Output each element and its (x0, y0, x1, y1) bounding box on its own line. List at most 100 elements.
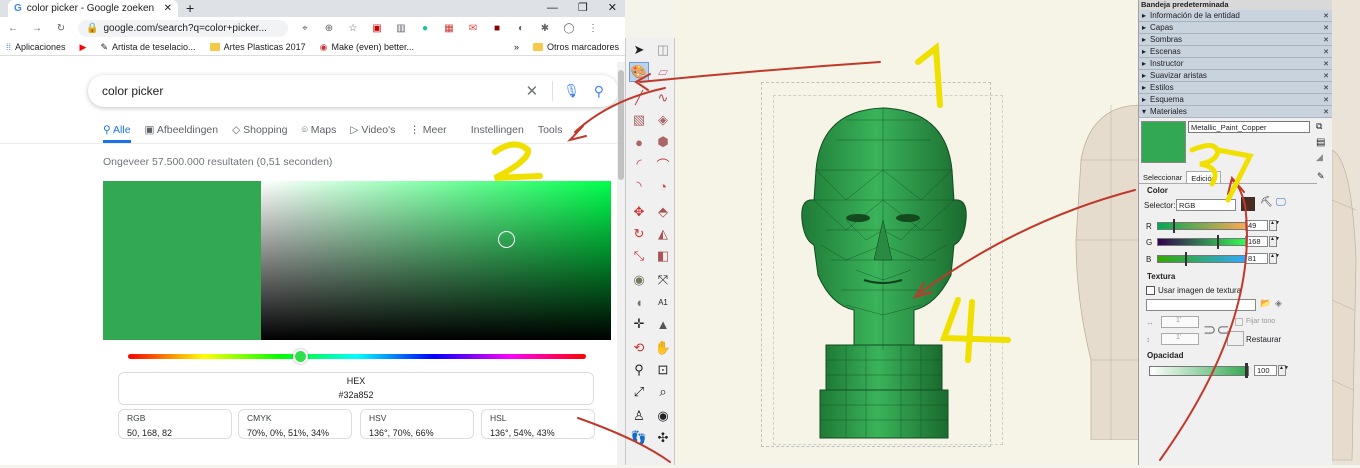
section-materials[interactable]: ▾ Materiales ✕ (1139, 106, 1332, 118)
bookmark-other[interactable]: Otros marcadores (532, 42, 619, 52)
section-entity-info[interactable]: ▸ Información de la entidad ✕ (1139, 10, 1332, 22)
green-spinner[interactable]: ▲▼ (1269, 236, 1280, 247)
location-icon[interactable]: ⌖ (298, 23, 312, 34)
blue-slider[interactable] (1157, 255, 1247, 263)
move-tool-icon[interactable]: ✥ (629, 202, 649, 222)
match-color-model-icon[interactable]: ⛏ (1260, 197, 1273, 208)
green-value-field[interactable]: 168 (1245, 236, 1268, 247)
hue-slider-handle[interactable] (293, 349, 308, 364)
texture-width-field[interactable]: 1' (1161, 316, 1199, 328)
fix-tone-checkbox[interactable] (1235, 318, 1243, 326)
saturation-value-handle[interactable] (498, 231, 515, 248)
zoom-window-icon[interactable]: ⊡ (653, 360, 673, 380)
follow-me-icon[interactable]: ◭ (653, 224, 673, 244)
match-color-swatch[interactable] (1241, 197, 1255, 211)
tab-select[interactable]: Seleccionar (1139, 171, 1186, 183)
scale-tool-icon[interactable]: ⤡ (629, 246, 649, 266)
tab-tools[interactable]: Tools (538, 124, 563, 143)
sketchup-viewport[interactable] (676, 0, 1138, 465)
freehand-tool-icon[interactable]: ∿ (653, 88, 673, 108)
select-tool-icon[interactable]: ➤ (629, 40, 649, 60)
close-icon[interactable]: ✕ (1323, 24, 1329, 32)
restore-label[interactable]: Restaurar (1246, 335, 1281, 344)
hsl-value[interactable]: 136°, 54%, 43% (490, 428, 586, 438)
3d-text-icon[interactable]: ▲ (653, 314, 673, 334)
bookmark-make-better[interactable]: ◉ Make (even) better... (320, 42, 414, 53)
match-color-screen-icon[interactable]: 🖵 (1276, 197, 1286, 208)
arc-tool-icon[interactable]: ◜ (629, 154, 649, 174)
close-icon[interactable]: ✕ (1323, 12, 1329, 20)
blue-slider-handle[interactable] (1185, 252, 1187, 266)
blue-value-field[interactable]: 81 (1245, 253, 1268, 264)
bookmark-star-icon[interactable]: ☆ (346, 23, 360, 34)
axes-tool-icon[interactable]: ✛ (629, 314, 649, 334)
look-around-icon[interactable]: ◉ (653, 406, 673, 426)
bookmark-artes-plasticas[interactable]: Artes Plasticas 2017 (209, 42, 306, 52)
zoom-icon[interactable]: ⊕ (322, 23, 336, 34)
push-pull-icon[interactable]: ⬘ (653, 202, 673, 222)
offset-tool-icon[interactable]: ◧ (653, 246, 673, 266)
default-material-icon[interactable]: ◢ (1316, 152, 1323, 163)
sample-paint-icon[interactable]: ✎ (1317, 171, 1325, 182)
section-outliner[interactable]: ▸ Esquema ✕ (1139, 94, 1332, 106)
lock-aspect-icon[interactable]: ⊃⊂ (1203, 320, 1230, 340)
paint-bucket-icon[interactable]: ▤ (1316, 137, 1325, 148)
cmyk-field[interactable]: CMYK 70%, 0%, 51%, 34% (238, 409, 352, 439)
protractor-icon[interactable]: ◖ (629, 292, 649, 312)
orbit-tool-icon[interactable]: ⟲ (629, 338, 649, 358)
tab-images[interactable]: ▣ Afbeeldingen (145, 124, 219, 143)
clear-search-icon[interactable]: ✕ (526, 82, 539, 100)
tab-close-icon[interactable]: ✕ (164, 3, 172, 14)
bookmark-youtube[interactable]: ▶ (80, 42, 87, 53)
tab-edit[interactable]: Edición (1186, 171, 1221, 183)
browser-tab[interactable]: G color picker - Google zoeken ✕ (8, 0, 178, 17)
page-scrollbar-thumb[interactable] (618, 70, 624, 180)
section-soften-edges[interactable]: ▸ Suavizar aristas ✕ (1139, 70, 1332, 82)
tab-settings[interactable]: Instellingen (471, 124, 524, 143)
chrome-menu-icon[interactable]: ⋮ (586, 23, 600, 34)
restore-color-swatch[interactable] (1227, 331, 1244, 346)
opacity-value-field[interactable]: 100 (1254, 365, 1277, 376)
rectangle-tool-icon[interactable]: ▧ (629, 110, 649, 130)
zoom-extents-icon[interactable]: ⤢ (629, 382, 649, 402)
close-icon[interactable]: ✕ (1323, 48, 1329, 56)
close-icon[interactable]: ✕ (1323, 72, 1329, 80)
polygon-tool-icon[interactable]: ⬢ (653, 132, 673, 152)
address-bar[interactable]: 🔒 google.com/search?q=color+picker... (78, 19, 288, 37)
close-icon[interactable]: ✕ (1323, 36, 1329, 44)
line-tool-icon[interactable]: ╱ (629, 88, 649, 108)
extension-puzzle-icon[interactable]: ✱ (538, 23, 552, 34)
forward-arrow-icon[interactable]: → (30, 23, 44, 34)
hex-value[interactable]: #32a852 (119, 390, 593, 400)
close-icon[interactable]: ✕ (1323, 60, 1329, 68)
use-texture-checkbox[interactable] (1146, 286, 1155, 295)
zoom-tool-icon[interactable]: ⚲ (629, 360, 649, 380)
profile-avatar-icon[interactable]: ◯ (562, 23, 576, 34)
blue-spinner[interactable]: ▲▼ (1269, 253, 1280, 264)
rgb-field[interactable]: RGB 50, 168, 82 (118, 409, 232, 439)
section-plane-icon[interactable]: ✣ (653, 428, 673, 448)
paint-bucket-icon[interactable]: 🎨 (629, 62, 649, 82)
rgb-value[interactable]: 50, 168, 82 (127, 428, 223, 438)
extension-calendar-icon[interactable]: ▦ (442, 23, 456, 34)
hex-field[interactable]: HEX #32a852 (118, 372, 594, 405)
color-selector-dropdown[interactable]: RGB (1176, 199, 1236, 211)
cmyk-value[interactable]: 70%, 0%, 51%, 34% (247, 428, 343, 438)
red-slider-handle[interactable] (1173, 219, 1175, 233)
tab-shopping[interactable]: ◇ Shopping (232, 124, 287, 143)
bookmark-apps[interactable]: ⁞⁞ Aplicaciones (6, 42, 66, 52)
section-styles[interactable]: ▸ Estilos ✕ (1139, 82, 1332, 94)
hue-slider[interactable] (128, 354, 586, 359)
red-value-field[interactable]: 49 (1245, 220, 1268, 231)
red-spinner[interactable]: ▲▼ (1269, 220, 1280, 231)
tab-maps[interactable]: ⌾ Maps (302, 124, 337, 143)
reload-icon[interactable]: ↻ (54, 23, 68, 34)
search-icon[interactable]: ⚲ (594, 83, 604, 100)
microphone-icon[interactable]: 🎙 (563, 83, 580, 99)
three-point-arc-icon[interactable]: ◝ (629, 176, 649, 196)
two-point-arc-icon[interactable]: ⌒ (653, 154, 673, 174)
tab-videos[interactable]: ▷ Video's (350, 124, 395, 143)
close-icon[interactable]: ✕ (1323, 96, 1329, 104)
bookmark-teselacion[interactable]: ✎ Artista de teselacio... (100, 42, 195, 53)
green-slider-handle[interactable] (1217, 235, 1219, 249)
